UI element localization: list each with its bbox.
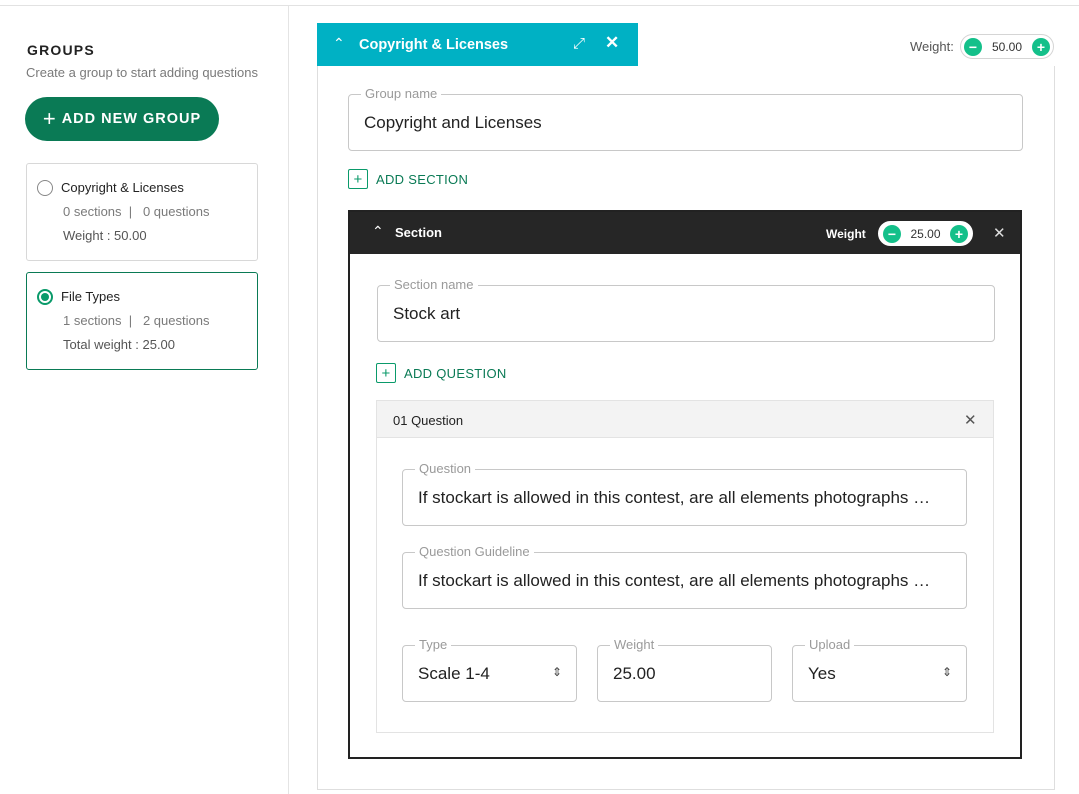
question-header: 01 Question ✕ bbox=[377, 401, 993, 438]
question-field[interactable]: Question If stockart is allowed in this … bbox=[402, 461, 967, 526]
section-name-field[interactable]: Section name Stock art bbox=[377, 277, 995, 342]
upload-value[interactable]: Yes bbox=[808, 664, 836, 684]
expand-icon[interactable]: ⤢ bbox=[573, 35, 585, 52]
weight-label: Weight bbox=[610, 637, 659, 652]
section-name-label: Section name bbox=[390, 277, 478, 292]
group-radio[interactable] bbox=[37, 180, 53, 196]
question-card: 01 Question ✕ Question If stockart is al… bbox=[376, 400, 994, 733]
select-arrows-icon[interactable]: ⇕ bbox=[942, 665, 952, 679]
groups-sidebar: GROUPS Create a group to start adding qu… bbox=[0, 6, 289, 794]
group-tab-title: Copyright & Licenses bbox=[359, 37, 509, 53]
group-name: Copyright & Licenses bbox=[61, 180, 184, 195]
group-weight-value[interactable]: 50.00 bbox=[982, 40, 1032, 54]
question-guideline-field[interactable]: Question Guideline If stockart is allowe… bbox=[402, 544, 967, 609]
plus-icon[interactable]: + bbox=[1032, 37, 1050, 56]
minus-icon[interactable]: − bbox=[883, 224, 901, 243]
section-panel: ⌃ Section Weight − 25.00 + ✕ Section nam… bbox=[348, 210, 1022, 759]
group-meta: 1 sections | 2 questions bbox=[63, 313, 210, 328]
question-guideline-value[interactable]: If stockart is allowed in this contest, … bbox=[418, 571, 948, 591]
select-arrows-icon[interactable]: ⇕ bbox=[552, 665, 562, 679]
group-weight-stepper[interactable]: − 50.00 + bbox=[960, 34, 1054, 59]
groups-title: GROUPS bbox=[27, 42, 95, 58]
question-value[interactable]: If stockart is allowed in this contest, … bbox=[418, 488, 948, 508]
upload-label: Upload bbox=[805, 637, 855, 652]
add-question-label: ADD QUESTION bbox=[404, 365, 507, 381]
group-weight: Total weight : 25.00 bbox=[63, 337, 176, 352]
question-guideline-label: Question Guideline bbox=[415, 544, 534, 559]
section-weight-stepper[interactable]: − 25.00 + bbox=[878, 221, 973, 246]
chevron-up-icon[interactable]: ⌃ bbox=[372, 223, 384, 240]
close-icon[interactable]: ✕ bbox=[605, 33, 619, 53]
group-name: File Types bbox=[61, 289, 121, 304]
group-tab[interactable]: ⌃ Copyright & Licenses ⤢ ✕ bbox=[317, 23, 638, 66]
minus-icon[interactable]: − bbox=[964, 37, 982, 56]
plus-icon[interactable]: + bbox=[950, 224, 968, 243]
question-title: 01 Question bbox=[393, 413, 464, 428]
group-card-copyright[interactable]: Copyright & Licenses 0 sections | 0 ques… bbox=[26, 163, 258, 261]
chevron-up-icon[interactable]: ⌃ bbox=[333, 35, 345, 52]
question-label: Question bbox=[415, 461, 476, 476]
section-title: Section bbox=[395, 225, 442, 240]
type-select[interactable]: Type Scale 1-4 ⇕ bbox=[402, 637, 577, 702]
section-header[interactable]: ⌃ Section Weight − 25.00 + ✕ bbox=[350, 212, 1020, 254]
group-radio[interactable] bbox=[37, 289, 53, 305]
section-name-value[interactable]: Stock art bbox=[393, 304, 973, 324]
upload-select[interactable]: Upload Yes ⇕ bbox=[792, 637, 967, 702]
close-icon[interactable]: ✕ bbox=[993, 224, 1006, 242]
group-weight-label: Weight: bbox=[910, 39, 954, 54]
plus-icon: + bbox=[376, 363, 396, 383]
group-name-label: Group name bbox=[361, 86, 442, 101]
group-name-field[interactable]: Group name Copyright and Licenses bbox=[348, 86, 1023, 151]
group-weight: Weight : 50.00 bbox=[63, 228, 147, 243]
add-new-group-label: ADD NEW GROUP bbox=[61, 111, 202, 127]
add-section-button[interactable]: + ADD SECTION bbox=[348, 169, 468, 189]
group-name-value[interactable]: Copyright and Licenses bbox=[364, 113, 1004, 133]
type-value[interactable]: Scale 1-4 bbox=[418, 664, 490, 684]
weight-value[interactable]: 25.00 bbox=[613, 664, 656, 684]
section-weight-label: Weight bbox=[826, 227, 866, 241]
groups-subtitle: Create a group to start adding questions bbox=[26, 65, 258, 80]
section-weight-value[interactable]: 25.00 bbox=[901, 227, 950, 241]
plus-icon: + bbox=[42, 106, 57, 131]
weight-field[interactable]: Weight 25.00 bbox=[597, 637, 772, 702]
group-meta: 0 sections | 0 questions bbox=[63, 204, 210, 219]
group-card-file-types[interactable]: File Types 1 sections | 2 questions Tota… bbox=[26, 272, 258, 370]
add-question-button[interactable]: + ADD QUESTION bbox=[376, 363, 507, 383]
add-new-group-button[interactable]: + ADD NEW GROUP bbox=[25, 97, 219, 141]
type-label: Type bbox=[415, 637, 452, 652]
close-icon[interactable]: ✕ bbox=[964, 411, 977, 429]
plus-icon: + bbox=[348, 169, 368, 189]
add-section-label: ADD SECTION bbox=[376, 171, 469, 187]
